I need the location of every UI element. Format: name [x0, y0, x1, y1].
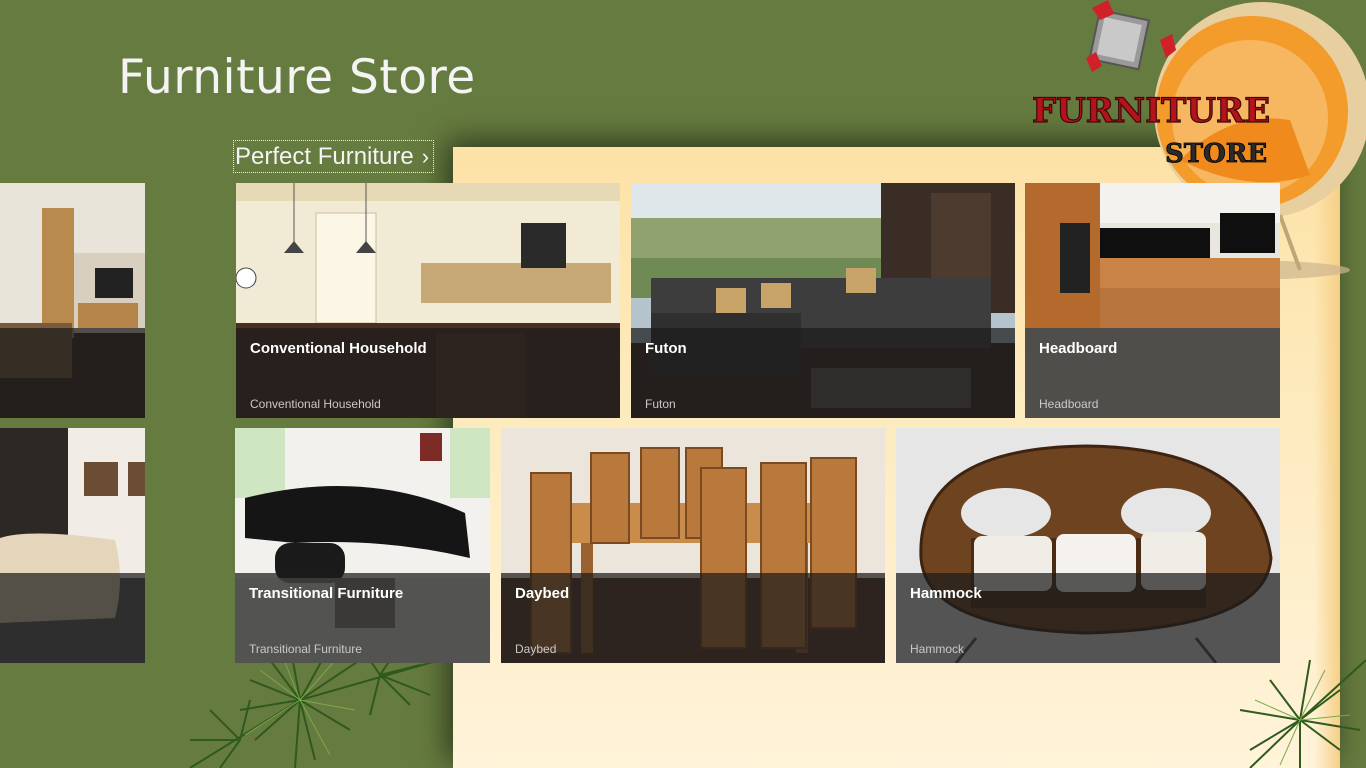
tile-subtitle: Futon: [645, 397, 676, 411]
previous-group-tile-sofa[interactable]: [0, 428, 145, 663]
tile-title: Conventional Household: [250, 340, 427, 357]
tile-hammock[interactable]: Hammock Hammock: [896, 428, 1280, 663]
tile-caption-overlay: Headboard Headboard: [1025, 328, 1280, 418]
previous-group-tile-living-room[interactable]: [0, 183, 145, 418]
tile-caption-overlay: Transitional Furniture Transitional Furn…: [235, 573, 490, 663]
tile-caption-overlay: Daybed Daybed: [501, 573, 885, 663]
chevron-right-icon: ›: [421, 143, 430, 169]
tile-transitional-furniture[interactable]: Transitional Furniture Transitional Furn…: [235, 428, 490, 663]
app-title: Furniture Store: [118, 50, 476, 105]
tile-caption-overlay: [0, 328, 145, 418]
tile-title: Transitional Furniture: [249, 585, 404, 602]
tile-title: Headboard: [1039, 340, 1118, 357]
group-header-label: Perfect Furniture: [235, 142, 414, 170]
tile-headboard[interactable]: Headboard Headboard: [1025, 183, 1280, 418]
tile-futon[interactable]: Futon Futon: [631, 183, 1015, 418]
tile-caption-overlay: Hammock Hammock: [896, 573, 1280, 663]
tile-title: Hammock: [910, 585, 982, 602]
logo-text-furniture: FURNITURE: [1032, 91, 1270, 131]
tile-caption-overlay: [0, 573, 145, 663]
tile-caption-overlay: Conventional Household Conventional Hous…: [236, 328, 620, 418]
tile-conventional-household[interactable]: Conventional Household Conventional Hous…: [236, 183, 620, 418]
tile-subtitle: Conventional Household: [250, 397, 381, 411]
tile-caption-overlay: Futon Futon: [631, 328, 1015, 418]
group-header-perfect-furniture[interactable]: Perfect Furniture ›: [233, 140, 435, 173]
tile-title: Daybed: [515, 585, 570, 602]
tile-daybed[interactable]: Daybed Daybed: [501, 428, 885, 663]
tile-subtitle: Transitional Furniture: [249, 642, 362, 656]
tile-subtitle: Headboard: [1039, 397, 1099, 411]
tile-subtitle: Daybed: [515, 642, 557, 656]
logo-text-store: STORE: [1165, 139, 1267, 169]
tile-subtitle: Hammock: [910, 642, 965, 656]
tile-title: Futon: [645, 340, 687, 357]
